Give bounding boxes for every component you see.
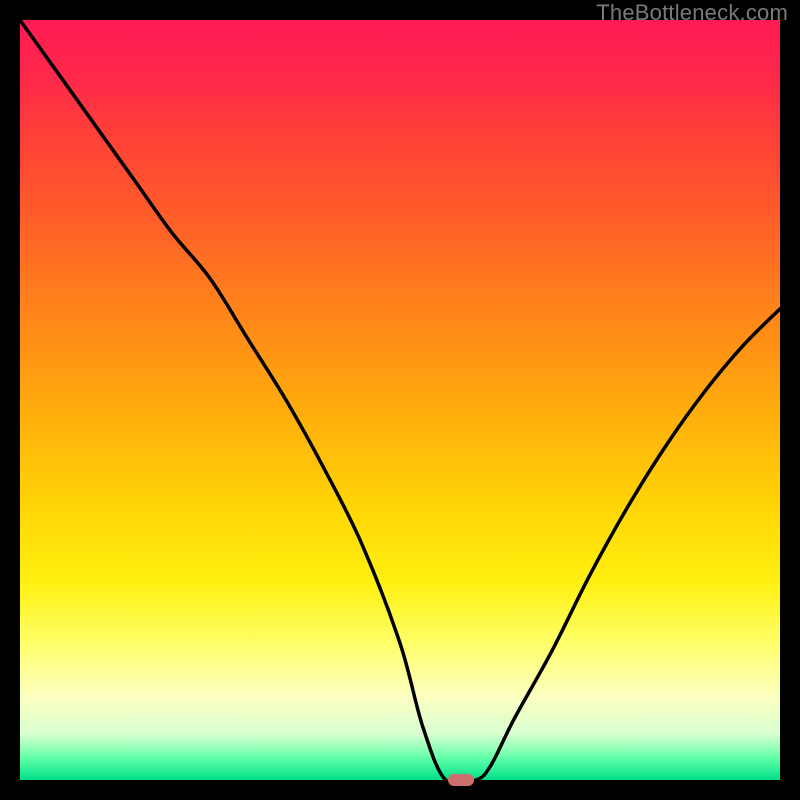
minimum-marker bbox=[448, 774, 474, 786]
bottleneck-chart: TheBottleneck.com bbox=[0, 0, 800, 800]
plot-area bbox=[20, 20, 780, 780]
curve-svg bbox=[20, 20, 780, 780]
bottleneck-curve bbox=[20, 20, 780, 780]
